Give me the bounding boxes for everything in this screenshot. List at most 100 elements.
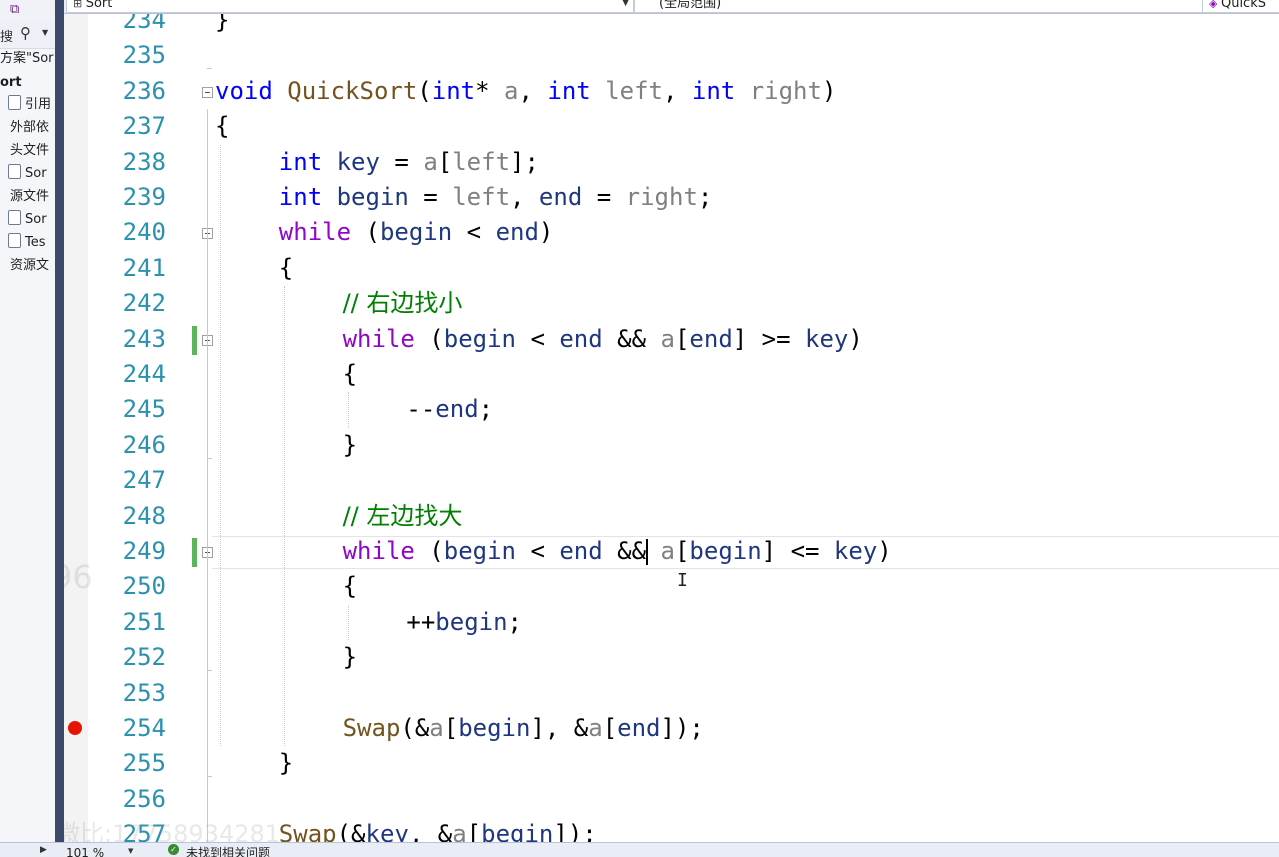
scope-dropdown-label: (全局范围) <box>659 0 722 11</box>
code-token: int <box>691 76 736 105</box>
code-punctuation: ) <box>538 218 554 247</box>
member-dropdown-label: QuickS <box>1220 0 1266 11</box>
code-token: end <box>559 324 603 353</box>
line-number: 235 <box>122 41 166 70</box>
project-dropdown[interactable]: ⊞ Sort ▼ <box>66 0 634 13</box>
solution-tree-item-label: 源文件 <box>10 189 50 204</box>
collapse-toggle-icon[interactable] <box>202 86 213 98</box>
code-line[interactable]: 243 while (begin < end && a[end] >= key) <box>64 322 1279 357</box>
issues-status[interactable]: 未找到相关问题 <box>186 846 270 857</box>
solution-toolbar: ⧉ <box>0 0 55 22</box>
code-token: } <box>342 643 358 672</box>
code-punctuation: ; <box>478 395 494 424</box>
line-number: 240 <box>122 218 166 247</box>
code-punctuation <box>322 148 336 176</box>
solution-tree-item[interactable]: 头文件 <box>8 140 49 162</box>
scope-dropdown[interactable]: (全局范围) ▼ <box>634 0 1220 13</box>
code-line[interactable]: 253 <box>64 676 1279 711</box>
code-punctuation <box>591 77 605 105</box>
code-line[interactable]: 256 <box>64 782 1279 817</box>
code-punctuation: * <box>475 76 505 105</box>
panel-splitter[interactable] <box>55 0 64 856</box>
code-line[interactable]: 240 while (begin < end) <box>64 215 1279 250</box>
solution-tree-item[interactable]: Tes <box>8 232 46 254</box>
code-text: } <box>343 640 357 675</box>
solution-tree-item[interactable]: ort <box>0 72 22 94</box>
code-line[interactable]: 234} <box>64 14 1279 38</box>
code-line[interactable]: 255} <box>64 746 1279 781</box>
code-line[interactable]: 248 // 左边找大 <box>64 499 1279 534</box>
code-punctuation: (& <box>336 820 366 842</box>
code-token: int <box>278 147 323 176</box>
code-text: ++begin; <box>406 605 522 640</box>
code-punctuation: = <box>582 183 626 211</box>
solution-tree-item[interactable]: Sor <box>8 209 47 231</box>
vs-solution-icon[interactable]: ⧉ <box>10 2 28 17</box>
mouse-ibeam-cursor: I <box>677 570 688 591</box>
search-icon[interactable]: ⚲ <box>20 24 31 42</box>
code-editor[interactable]: 234} 235 236 void QuickSort(int* a, int lef… <box>64 14 1279 842</box>
line-number: 254 <box>122 714 166 742</box>
line-number: 242 <box>122 289 166 318</box>
chevron-down-icon[interactable]: ▼ <box>128 847 133 855</box>
solution-tree-item[interactable]: Sor <box>8 163 47 185</box>
code-line[interactable]: 235 <box>64 38 1279 73</box>
solution-tree-item-label: 外部依 <box>10 120 50 135</box>
code-line[interactable]: 237 { <box>64 109 1279 144</box>
code-line[interactable]: 245 --end; <box>64 392 1279 427</box>
code-line[interactable]: 254 Swap(&a[begin], &a[end]); <box>64 711 1279 746</box>
outline-guide-tick <box>207 776 212 778</box>
code-text: Swap(&a[begin], &a[end]); <box>343 711 704 746</box>
navigation-bar: ⊞ Sort ▼ (全局范围) ▼ ◈ QuickS <box>64 0 1279 14</box>
solution-tree-item[interactable]: 引用 <box>8 94 51 116</box>
code-punctuation: [ <box>602 714 618 742</box>
code-line[interactable]: 241 { <box>64 251 1279 286</box>
code-line[interactable]: 244 { <box>64 357 1279 392</box>
code-punctuation: < <box>516 324 560 353</box>
code-punctuation: , <box>662 76 692 105</box>
code-line[interactable]: 246} <box>64 428 1279 463</box>
code-punctuation: ; <box>697 183 713 211</box>
indent-guide <box>284 286 285 747</box>
project-icon: ⊞ <box>73 0 86 10</box>
code-line[interactable]: 247 <box>64 463 1279 498</box>
code-punctuation: ( <box>351 218 380 247</box>
solution-search-row[interactable]: 搜 ⚲ ▼ <box>0 22 55 49</box>
code-punctuation: ], & <box>530 714 589 742</box>
code-punctuation: ( <box>417 76 432 105</box>
code-line[interactable]: 242 // 右边找小 <box>64 286 1279 321</box>
code-punctuation: (& <box>400 714 430 742</box>
solution-tree-item[interactable]: 源文件 <box>8 186 49 208</box>
code-line[interactable]: 251 ++begin; <box>64 605 1279 640</box>
chevron-down-icon[interactable]: ▼ <box>42 28 48 37</box>
reference-icon <box>8 95 21 110</box>
solution-tree-item[interactable]: 方案"Sor <box>0 48 54 70</box>
status-bar: ▶ 101 % ▼ ✓ 未找到相关问题 <box>0 842 1279 857</box>
solution-tree-item[interactable]: 资源文 <box>8 255 49 277</box>
indent-guide <box>220 144 221 747</box>
scroll-left-icon[interactable]: ▶ <box>40 845 47 855</box>
code-punctuation: ( <box>414 324 444 353</box>
zoom-level[interactable]: 101 % <box>66 846 104 857</box>
solution-tree-item[interactable]: 外部依 <box>8 117 49 139</box>
member-dropdown[interactable]: ◈ QuickS <box>1202 0 1279 13</box>
code-line[interactable]: 252} <box>64 640 1279 675</box>
outline-guide-tick <box>207 670 212 672</box>
code-token: begin <box>379 218 453 247</box>
code-line[interactable]: 239 int begin = left, end = right; <box>64 180 1279 215</box>
code-punctuation: [ <box>674 324 690 353</box>
code-token: a <box>423 147 438 176</box>
code-line[interactable]: 238 int key = a[left]; <box>64 145 1279 180</box>
code-token: Swap <box>342 714 401 742</box>
code-token: int <box>547 76 591 105</box>
solution-tree-item-label: Sor <box>25 212 47 227</box>
code-text: { <box>215 109 229 144</box>
code-line[interactable]: 250 { <box>64 569 1279 604</box>
code-token: a <box>504 76 519 105</box>
code-token: end <box>617 714 661 742</box>
code-line[interactable]: 236 void QuickSort(int* a, int left, int … <box>64 74 1279 109</box>
code-token: while <box>278 218 352 247</box>
project-dropdown-label: Sort <box>85 0 113 11</box>
breakpoint-icon[interactable] <box>68 721 82 735</box>
code-punctuation: ]); <box>660 714 704 742</box>
